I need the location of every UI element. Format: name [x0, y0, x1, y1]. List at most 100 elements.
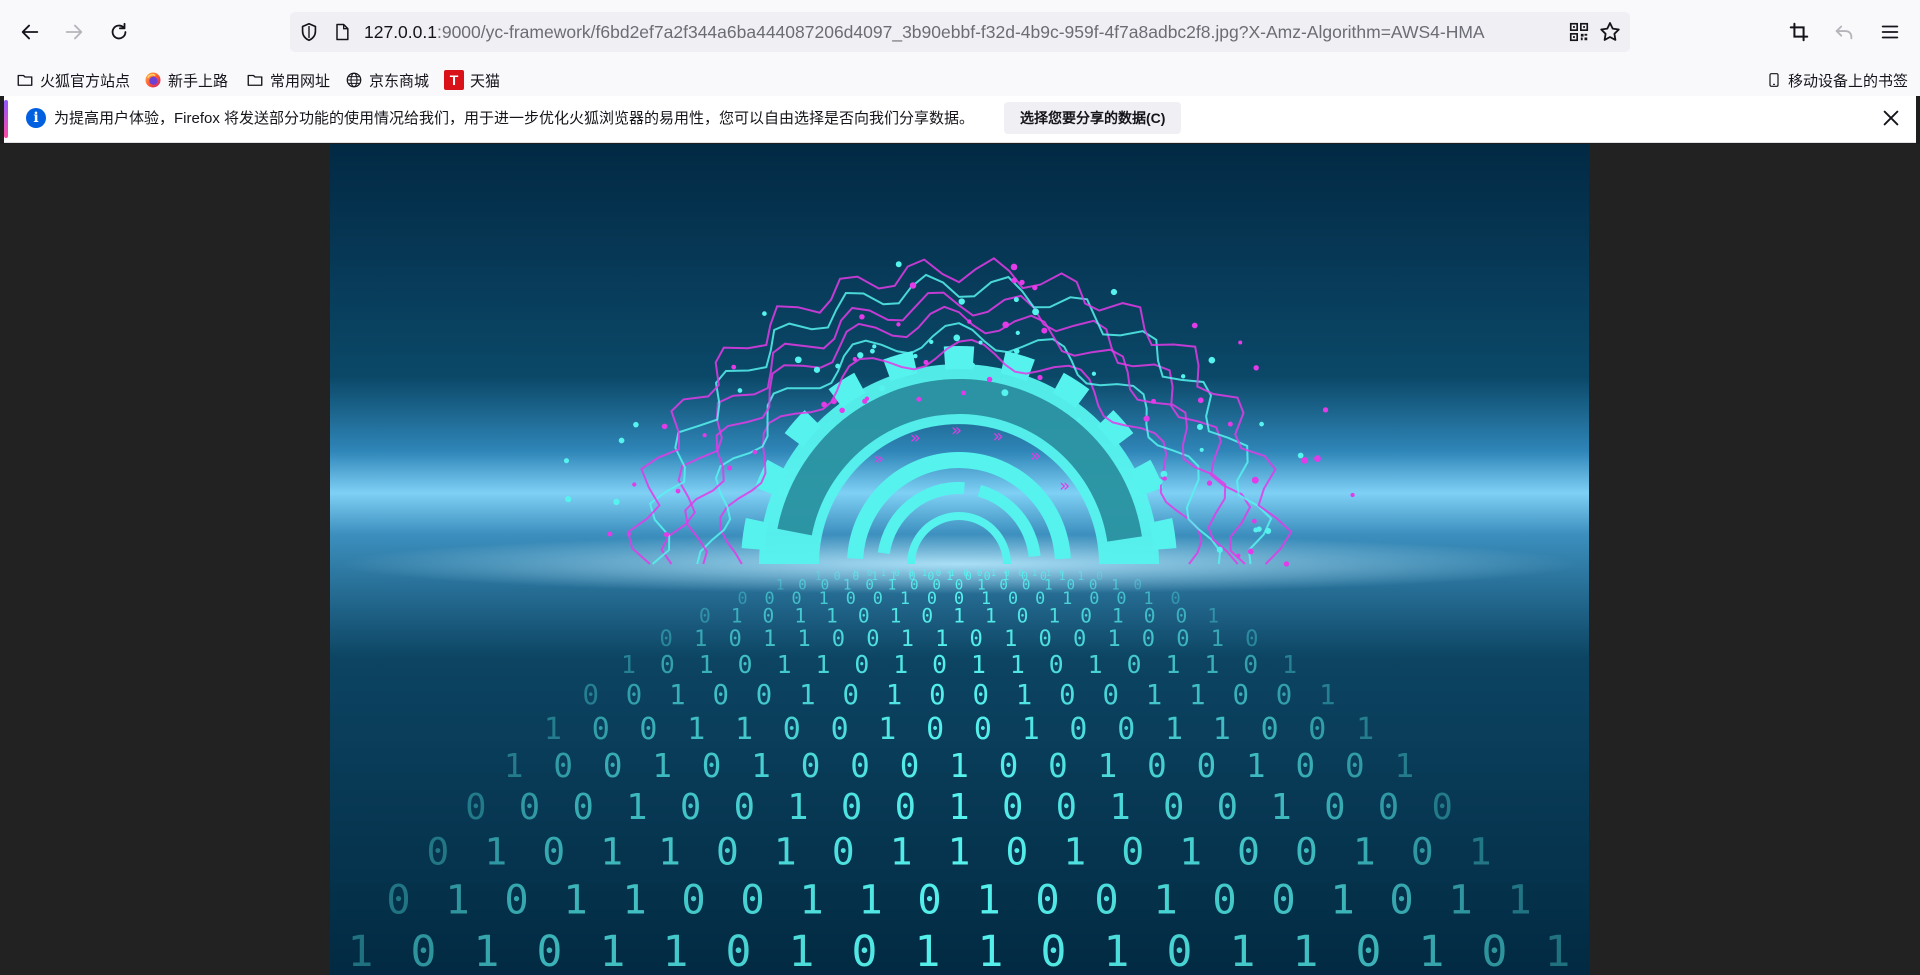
svg-text:1: 1 — [763, 626, 776, 652]
svg-text:1: 1 — [1330, 876, 1354, 924]
svg-text:0: 0 — [1035, 876, 1059, 924]
svg-text:0: 0 — [1147, 747, 1167, 785]
screenshot-button[interactable] — [1783, 16, 1815, 48]
svg-text:1: 1 — [901, 626, 914, 652]
svg-text:1: 1 — [600, 830, 623, 874]
close-icon[interactable] — [1880, 107, 1902, 129]
svg-text:1: 1 — [1271, 787, 1292, 828]
forward-button[interactable] — [58, 16, 90, 48]
svg-text:1: 1 — [978, 927, 1004, 975]
mobile-bookmarks-label: 移动设备上的书签 — [1788, 72, 1909, 90]
svg-text:1: 1 — [1319, 680, 1335, 711]
qr-code-icon[interactable] — [1568, 21, 1590, 43]
svg-text:0: 0 — [1022, 577, 1031, 593]
svg-text:1: 1 — [948, 787, 969, 828]
undo-button[interactable] — [1828, 16, 1860, 48]
bookmark-item[interactable]: 京东商城 — [345, 64, 429, 96]
svg-text:1: 1 — [1207, 605, 1219, 628]
svg-text:1: 1 — [1146, 680, 1162, 711]
svg-text:1: 1 — [1112, 605, 1124, 628]
svg-text:1: 1 — [1165, 712, 1183, 747]
svg-text:0: 0 — [866, 626, 879, 652]
reload-button[interactable] — [103, 16, 135, 48]
bookmark-item[interactable]: T 天猫 — [444, 64, 500, 96]
svg-text:0: 0 — [712, 680, 728, 711]
bookmark-label: 新手上路 — [168, 72, 229, 90]
svg-text:1: 1 — [799, 680, 815, 711]
svg-text:1: 1 — [1107, 626, 1120, 652]
svg-text:0: 0 — [1197, 747, 1217, 785]
svg-text:0: 0 — [921, 605, 933, 628]
mobile-bookmarks[interactable]: 移动设备上的书签 — [1766, 64, 1908, 96]
svg-text:1: 1 — [652, 747, 672, 785]
svg-text:0: 0 — [1232, 680, 1248, 711]
svg-text:0: 0 — [832, 626, 845, 652]
svg-text:0: 0 — [639, 712, 657, 747]
svg-text:1: 1 — [1246, 747, 1266, 785]
svg-text:0: 0 — [553, 747, 573, 785]
svg-text:1: 1 — [1179, 830, 1202, 874]
bookmark-label: 火狐官方站点 — [40, 72, 131, 90]
svg-text:1: 1 — [949, 747, 969, 785]
svg-text:1: 1 — [1545, 927, 1571, 975]
svg-text:0: 0 — [841, 787, 862, 828]
svg-text:1: 1 — [622, 876, 646, 924]
page-icon[interactable] — [332, 22, 352, 42]
bookmark-item[interactable]: 火狐官方站点 — [16, 64, 130, 96]
svg-text:1: 1 — [1356, 712, 1374, 747]
svg-text:0: 0 — [1117, 712, 1135, 747]
svg-text:1: 1 — [794, 605, 806, 628]
url-bar[interactable]: 127.0.0.1:9000/yc-framework/f6bd2ef7a2f3… — [290, 12, 1630, 52]
back-button[interactable] — [14, 16, 46, 48]
svg-text:1: 1 — [953, 605, 965, 628]
bookmark-item[interactable]: 常用网址 — [246, 64, 330, 96]
svg-text:1: 1 — [881, 569, 886, 579]
svg-text:0: 0 — [831, 712, 849, 747]
svg-text:0: 0 — [1144, 605, 1156, 628]
svg-text:0: 0 — [900, 747, 920, 785]
svg-text:1: 1 — [878, 712, 896, 747]
svg-text:1: 1 — [1153, 876, 1177, 924]
svg-text:0: 0 — [1237, 830, 1260, 874]
svg-text:0: 0 — [895, 787, 916, 828]
svg-text:0: 0 — [1017, 605, 1029, 628]
menu-button[interactable] — [1874, 16, 1906, 48]
svg-text:0: 0 — [1212, 876, 1236, 924]
svg-text:0: 0 — [858, 605, 870, 628]
bookmark-label: 天猫 — [470, 72, 501, 90]
svg-text:1: 1 — [948, 830, 971, 874]
svg-text:0: 0 — [1121, 830, 1144, 874]
bookmark-star-icon[interactable] — [1598, 20, 1622, 44]
globe-icon — [346, 72, 362, 88]
svg-text:1: 1 — [626, 787, 647, 828]
svg-text:1: 1 — [893, 650, 908, 679]
svg-text:0: 0 — [1035, 588, 1045, 608]
svg-text:1: 1 — [687, 712, 705, 747]
bookmark-item[interactable]: 新手上路 — [144, 64, 228, 96]
svg-text:1: 1 — [858, 876, 882, 924]
svg-text:0: 0 — [1245, 626, 1258, 652]
svg-text:0: 0 — [702, 747, 722, 785]
arrow-right-icon — [65, 24, 83, 40]
svg-text:1: 1 — [799, 876, 823, 924]
tmall-icon: T — [444, 70, 464, 90]
svg-text:»: » — [873, 448, 884, 469]
svg-text:1: 1 — [777, 650, 792, 679]
svg-text:0: 0 — [1176, 626, 1189, 652]
binary-tunnel-image[interactable]: »»»»»» 0 0 1 0 0 1 0 1 0 0 1 0 0 1 1 01 0 0 1 1 0 0 1 0 0 1 0 0 1 1 01… — [330, 144, 1589, 975]
info-icon: i — [26, 108, 46, 128]
svg-text:1: 1 — [751, 747, 771, 785]
choose-data-button[interactable]: 选择您要分享的数据(C) — [1004, 102, 1182, 134]
shield-icon[interactable] — [298, 21, 320, 43]
svg-text:0: 0 — [834, 569, 841, 583]
svg-text:1: 1 — [890, 830, 913, 874]
svg-text:0: 0 — [873, 588, 883, 608]
svg-text:0: 0 — [728, 626, 741, 652]
svg-text:0: 0 — [1134, 577, 1143, 593]
svg-text:1: 1 — [1048, 605, 1060, 628]
svg-text:1: 1 — [563, 876, 587, 924]
url-text[interactable]: 127.0.0.1:9000/yc-framework/f6bd2ef7a2f3… — [364, 12, 1534, 52]
svg-text:1: 1 — [789, 927, 815, 975]
svg-text:»: » — [910, 428, 921, 449]
svg-text:0: 0 — [1176, 605, 1188, 628]
